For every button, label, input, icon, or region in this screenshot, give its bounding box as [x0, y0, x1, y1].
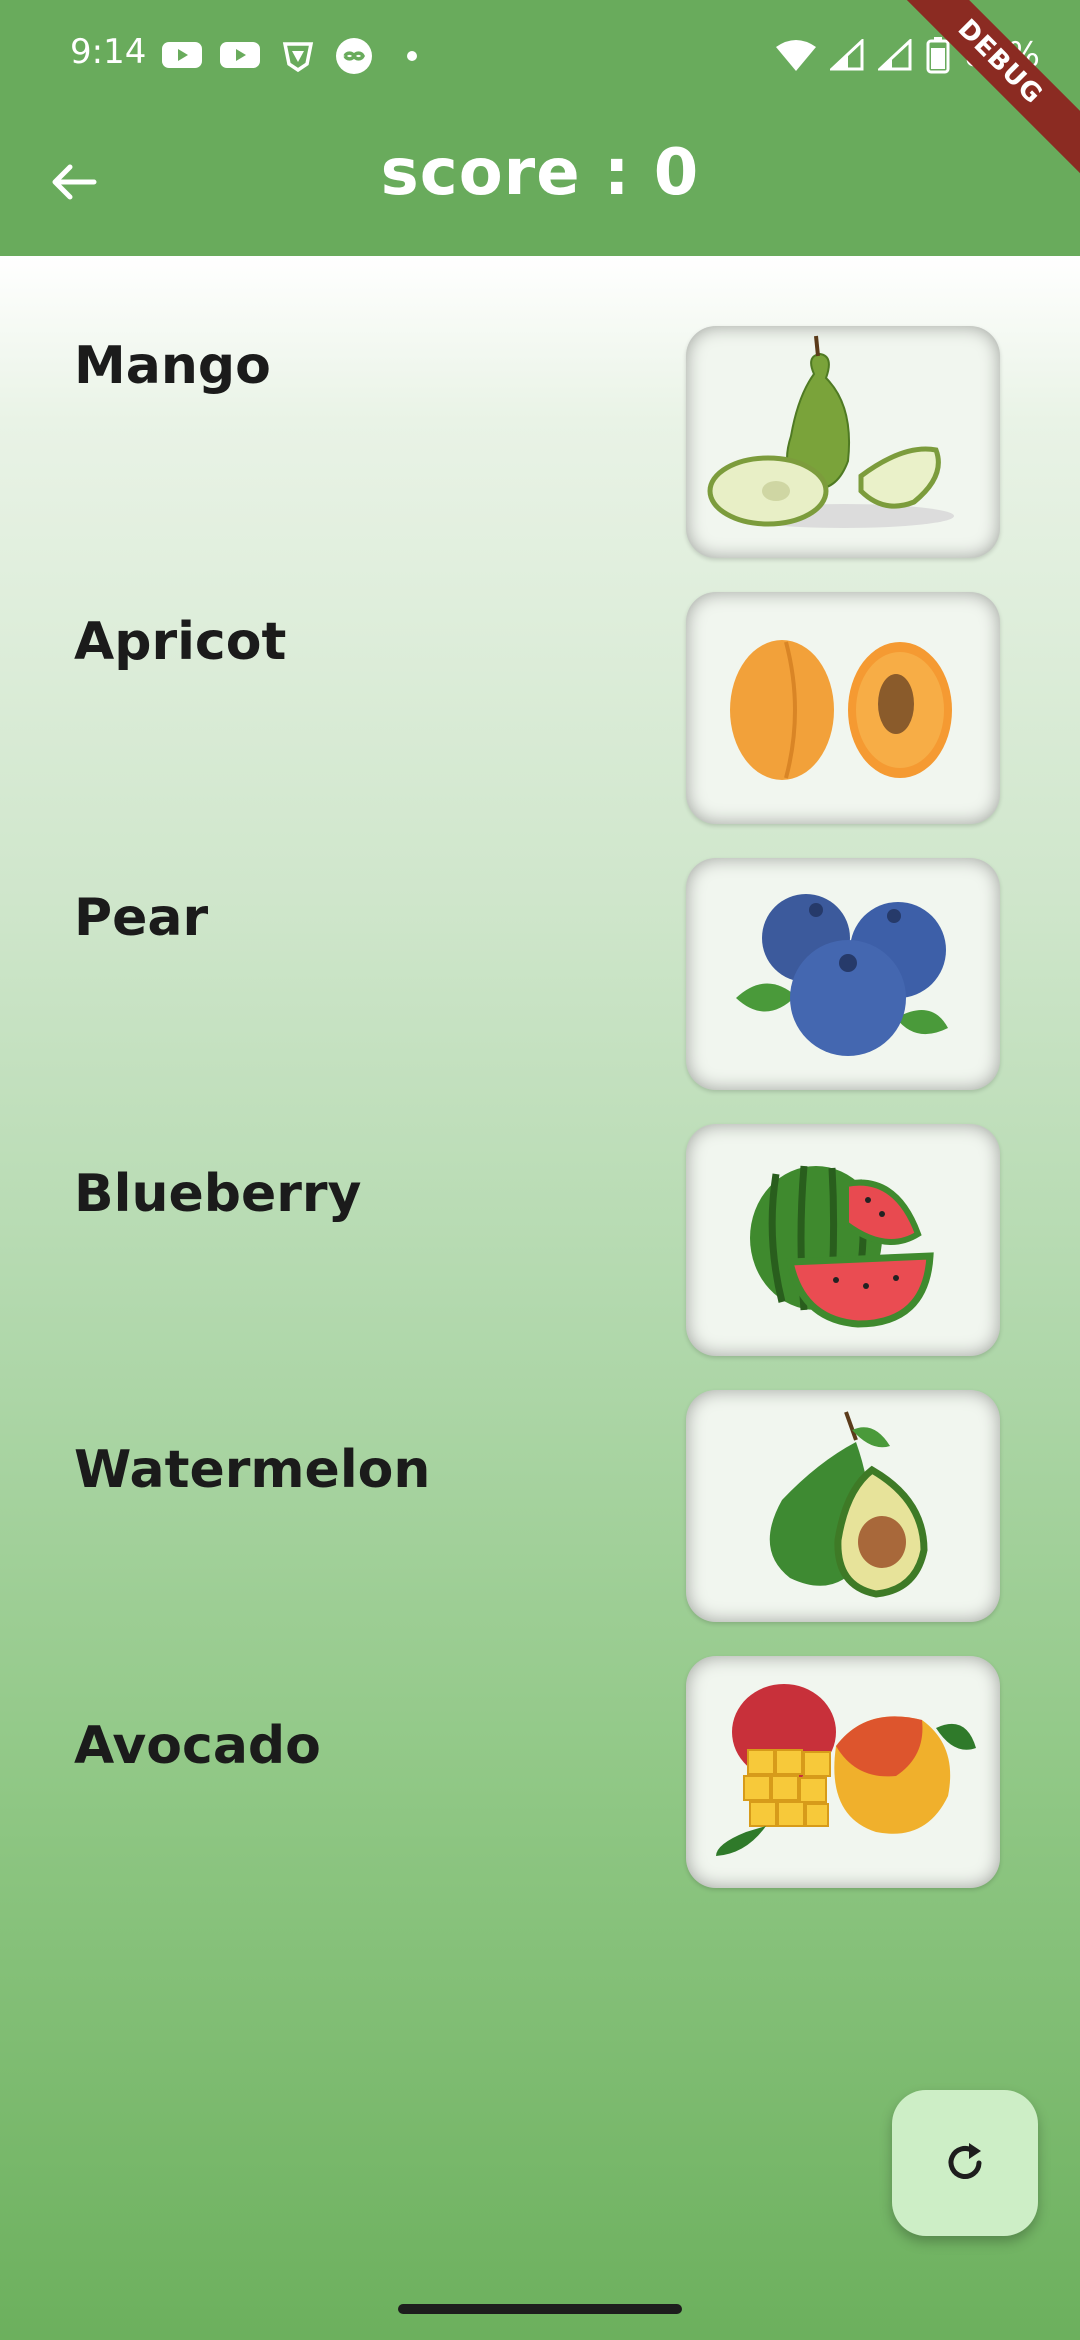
fruit-image-card-mango[interactable] — [686, 1656, 1000, 1888]
fruit-image-card-apricot[interactable] — [686, 592, 1000, 824]
blueberry-image — [736, 894, 948, 1056]
fruit-name-label[interactable]: Pear — [74, 888, 208, 948]
youtube-icon — [162, 42, 202, 68]
fruit-name-label[interactable]: Blueberry — [74, 1164, 361, 1224]
signal-icon — [830, 39, 864, 71]
pear-image — [707, 335, 954, 528]
fruit-image-card-blueberry[interactable] — [686, 858, 1000, 1090]
status-bar: 9:14 80% — [0, 0, 1080, 110]
fruit-name-label[interactable]: Watermelon — [74, 1440, 430, 1500]
brave-icon — [282, 42, 314, 73]
fruit-name-label[interactable]: Mango — [74, 336, 271, 396]
link-icon — [336, 38, 372, 74]
refresh-icon — [948, 2143, 982, 2179]
signal-icon — [878, 39, 912, 71]
wifi-icon — [776, 40, 817, 71]
fruit-image-card-watermelon[interactable] — [686, 1124, 1000, 1356]
dot-icon — [407, 51, 417, 61]
refresh-button[interactable] — [892, 2090, 1038, 2236]
apricot-image — [730, 640, 952, 780]
avocado-image — [769, 1411, 928, 1598]
fruit-name-label[interactable]: Avocado — [74, 1716, 321, 1776]
fruit-image-card-avocado[interactable] — [686, 1390, 1000, 1622]
game-screen: 9:14 80% score : 0 DEBUG Mango — [0, 0, 1080, 2340]
watermelon-image — [750, 1165, 934, 1328]
battery-icon — [926, 37, 950, 74]
fruit-image-card-pear[interactable] — [686, 326, 1000, 558]
status-time: 9:14 — [70, 32, 147, 72]
mango-image — [716, 1684, 976, 1856]
youtube-icon — [220, 42, 260, 68]
gesture-navigation-bar[interactable] — [398, 2304, 682, 2314]
fruit-name-label[interactable]: Apricot — [74, 612, 286, 672]
score-title: score : 0 — [380, 136, 700, 210]
